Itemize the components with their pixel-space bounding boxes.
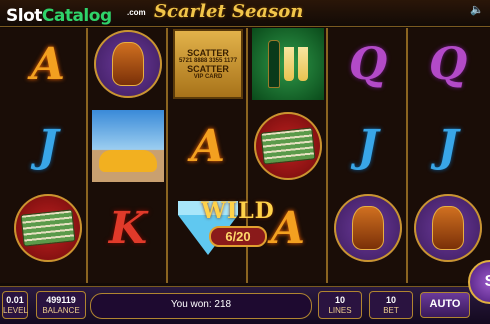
logo-suffix: .com [127, 8, 146, 17]
logo-text-catalog: Catalog [41, 6, 112, 26]
cognac-icon [352, 206, 384, 250]
symbol-a: A [190, 120, 226, 172]
lines-label: LINES [328, 306, 352, 315]
symbol-cognac [332, 192, 404, 264]
symbol-scatter-card: SCATTER 5721 8888 3355 1177 SCATTER VIP … [172, 28, 244, 100]
symbol-cash-stack [252, 110, 324, 182]
cash-icon [20, 209, 76, 247]
balance-label: BALANCE [42, 306, 80, 315]
symbol-cognac [92, 28, 164, 100]
bet-label: BET [383, 306, 399, 315]
car-icon [99, 150, 157, 172]
logo-text-slot: Slot [6, 6, 42, 26]
level-value: 0.01 [6, 295, 24, 305]
vip-label: VIP CARD [193, 74, 223, 80]
bet-value: 10 [385, 295, 396, 305]
symbol-q: Q [428, 38, 468, 90]
symbol-a: A [30, 38, 66, 90]
symbol-j: J [437, 120, 459, 172]
lines-box[interactable]: 10 LINES [318, 291, 362, 319]
cash-icon [260, 127, 316, 165]
wild-counter: 6/20 [209, 226, 267, 247]
level-box[interactable]: 0.01 LEVEL [2, 291, 28, 319]
control-bar: 0.01 LEVEL 499119 BALANCE You won: 218 1… [0, 286, 490, 324]
symbol-j: J [37, 120, 59, 172]
scatter-label-2: SCATTER [187, 64, 229, 74]
game-title: Scarlet Season [154, 1, 304, 22]
symbol-q: Q [348, 38, 388, 90]
symbol-j: J [357, 120, 379, 172]
reel-5: Q J [328, 28, 408, 283]
win-display: You won: 218 [90, 293, 312, 319]
bet-box[interactable]: 10 BET [369, 291, 413, 319]
level-label: LEVEL [3, 306, 28, 315]
top-bar: SlotCatalog .com Scarlet Season 🔈 [0, 0, 490, 27]
slotcatalog-logo: SlotCatalog [6, 6, 112, 26]
symbol-k: K [108, 202, 148, 254]
symbol-champagne [252, 28, 324, 100]
reel-6: Q J [408, 28, 490, 283]
lines-value: 10 [334, 295, 345, 305]
balance-box: 499119 BALANCE [36, 291, 86, 319]
reel-1: A J [8, 28, 88, 283]
symbol-cash-stack [12, 192, 84, 264]
cognac-icon [112, 42, 144, 86]
champagne-icon [252, 28, 324, 100]
scatter-label: SCATTER [187, 48, 229, 58]
wild-label: WILD [201, 198, 275, 224]
symbol-sports-car [92, 110, 164, 182]
auto-button[interactable]: AUTO [420, 292, 470, 318]
wild-indicator: WILD 6/20 [188, 198, 288, 260]
symbol-cognac [412, 192, 484, 264]
speaker-icon[interactable]: 🔈 [470, 3, 484, 17]
balance-value: 499119 [46, 295, 76, 305]
reel-2: K [88, 28, 168, 283]
